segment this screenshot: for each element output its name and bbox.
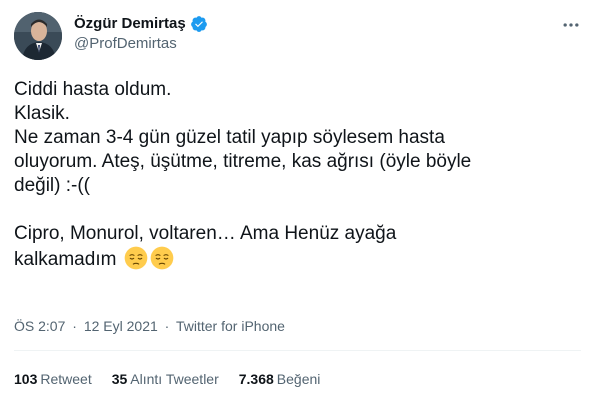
handle[interactable]: @ProfDemirtas (74, 34, 208, 54)
meta-separator: · (164, 318, 170, 334)
pensive-face-emoji (150, 246, 174, 270)
pensive-face-emoji (124, 246, 148, 270)
quotes-stat[interactable]: 35 Alıntı Tweetler (112, 370, 219, 388)
tweet-source-link[interactable]: Twitter for iPhone (176, 318, 285, 334)
avatar-photo (14, 12, 62, 60)
tweet-line: Cipro, Monurol, voltaren… Ama Henüz ayağ… (14, 223, 397, 244)
quotes-count: 35 (111, 371, 128, 387)
tweet-line: Ciddi hasta oldum. (14, 79, 172, 100)
retweets-count: 103 (14, 371, 38, 387)
tweet: Özgür Demirtaş @ProfDemirtas Ciddi hasta… (0, 0, 595, 401)
retweets-label: Retweet (40, 371, 92, 387)
retweets-stat[interactable]: 103 Retweet (14, 370, 92, 388)
tweet-line: değil) :-(( (14, 175, 91, 196)
meta-separator: · (72, 318, 77, 334)
tweet-line: Ne zaman 3-4 gün güzel tatil yapıp söyle… (14, 127, 445, 148)
divider (14, 350, 581, 351)
tweet-meta: ÖS 2:07 · 12 Eyl 2021 · Twitter for iPho… (14, 317, 285, 335)
quotes-label: Alıntı Tweetler (130, 371, 219, 387)
tweet-text: Ciddi hasta oldum. Klasik. Ne zaman 3-4 … (14, 78, 574, 272)
verified-badge-icon (190, 15, 208, 33)
likes-count: 7.368 (238, 371, 274, 387)
tweet-date[interactable]: 12 Eyl 2021 (84, 318, 158, 334)
display-name[interactable]: Özgür Demirtaş (74, 14, 186, 34)
more-options-button[interactable] (560, 14, 582, 36)
tweet-time[interactable]: ÖS 2:07 (14, 318, 65, 334)
name-row: Özgür Demirtaş (74, 14, 208, 34)
avatar[interactable] (14, 12, 62, 60)
tweet-line: oluyorum. Ateş, üşütme, titreme, kas ağr… (14, 151, 472, 172)
tweet-stats: 103 Retweet 35 Alıntı Tweetler 7.368 Beğeni (14, 370, 320, 388)
tweet-line: kalkamadım (14, 249, 117, 270)
more-horizontal-icon (563, 23, 579, 27)
likes-label: Beğeni (276, 371, 321, 387)
tweet-line-with-emoji: kalkamadım (14, 246, 574, 272)
author-info: Özgür Demirtaş @ProfDemirtas (74, 14, 208, 54)
tweet-line: Klasik. (14, 103, 70, 124)
likes-stat[interactable]: 7.368 Beğeni (239, 370, 321, 388)
